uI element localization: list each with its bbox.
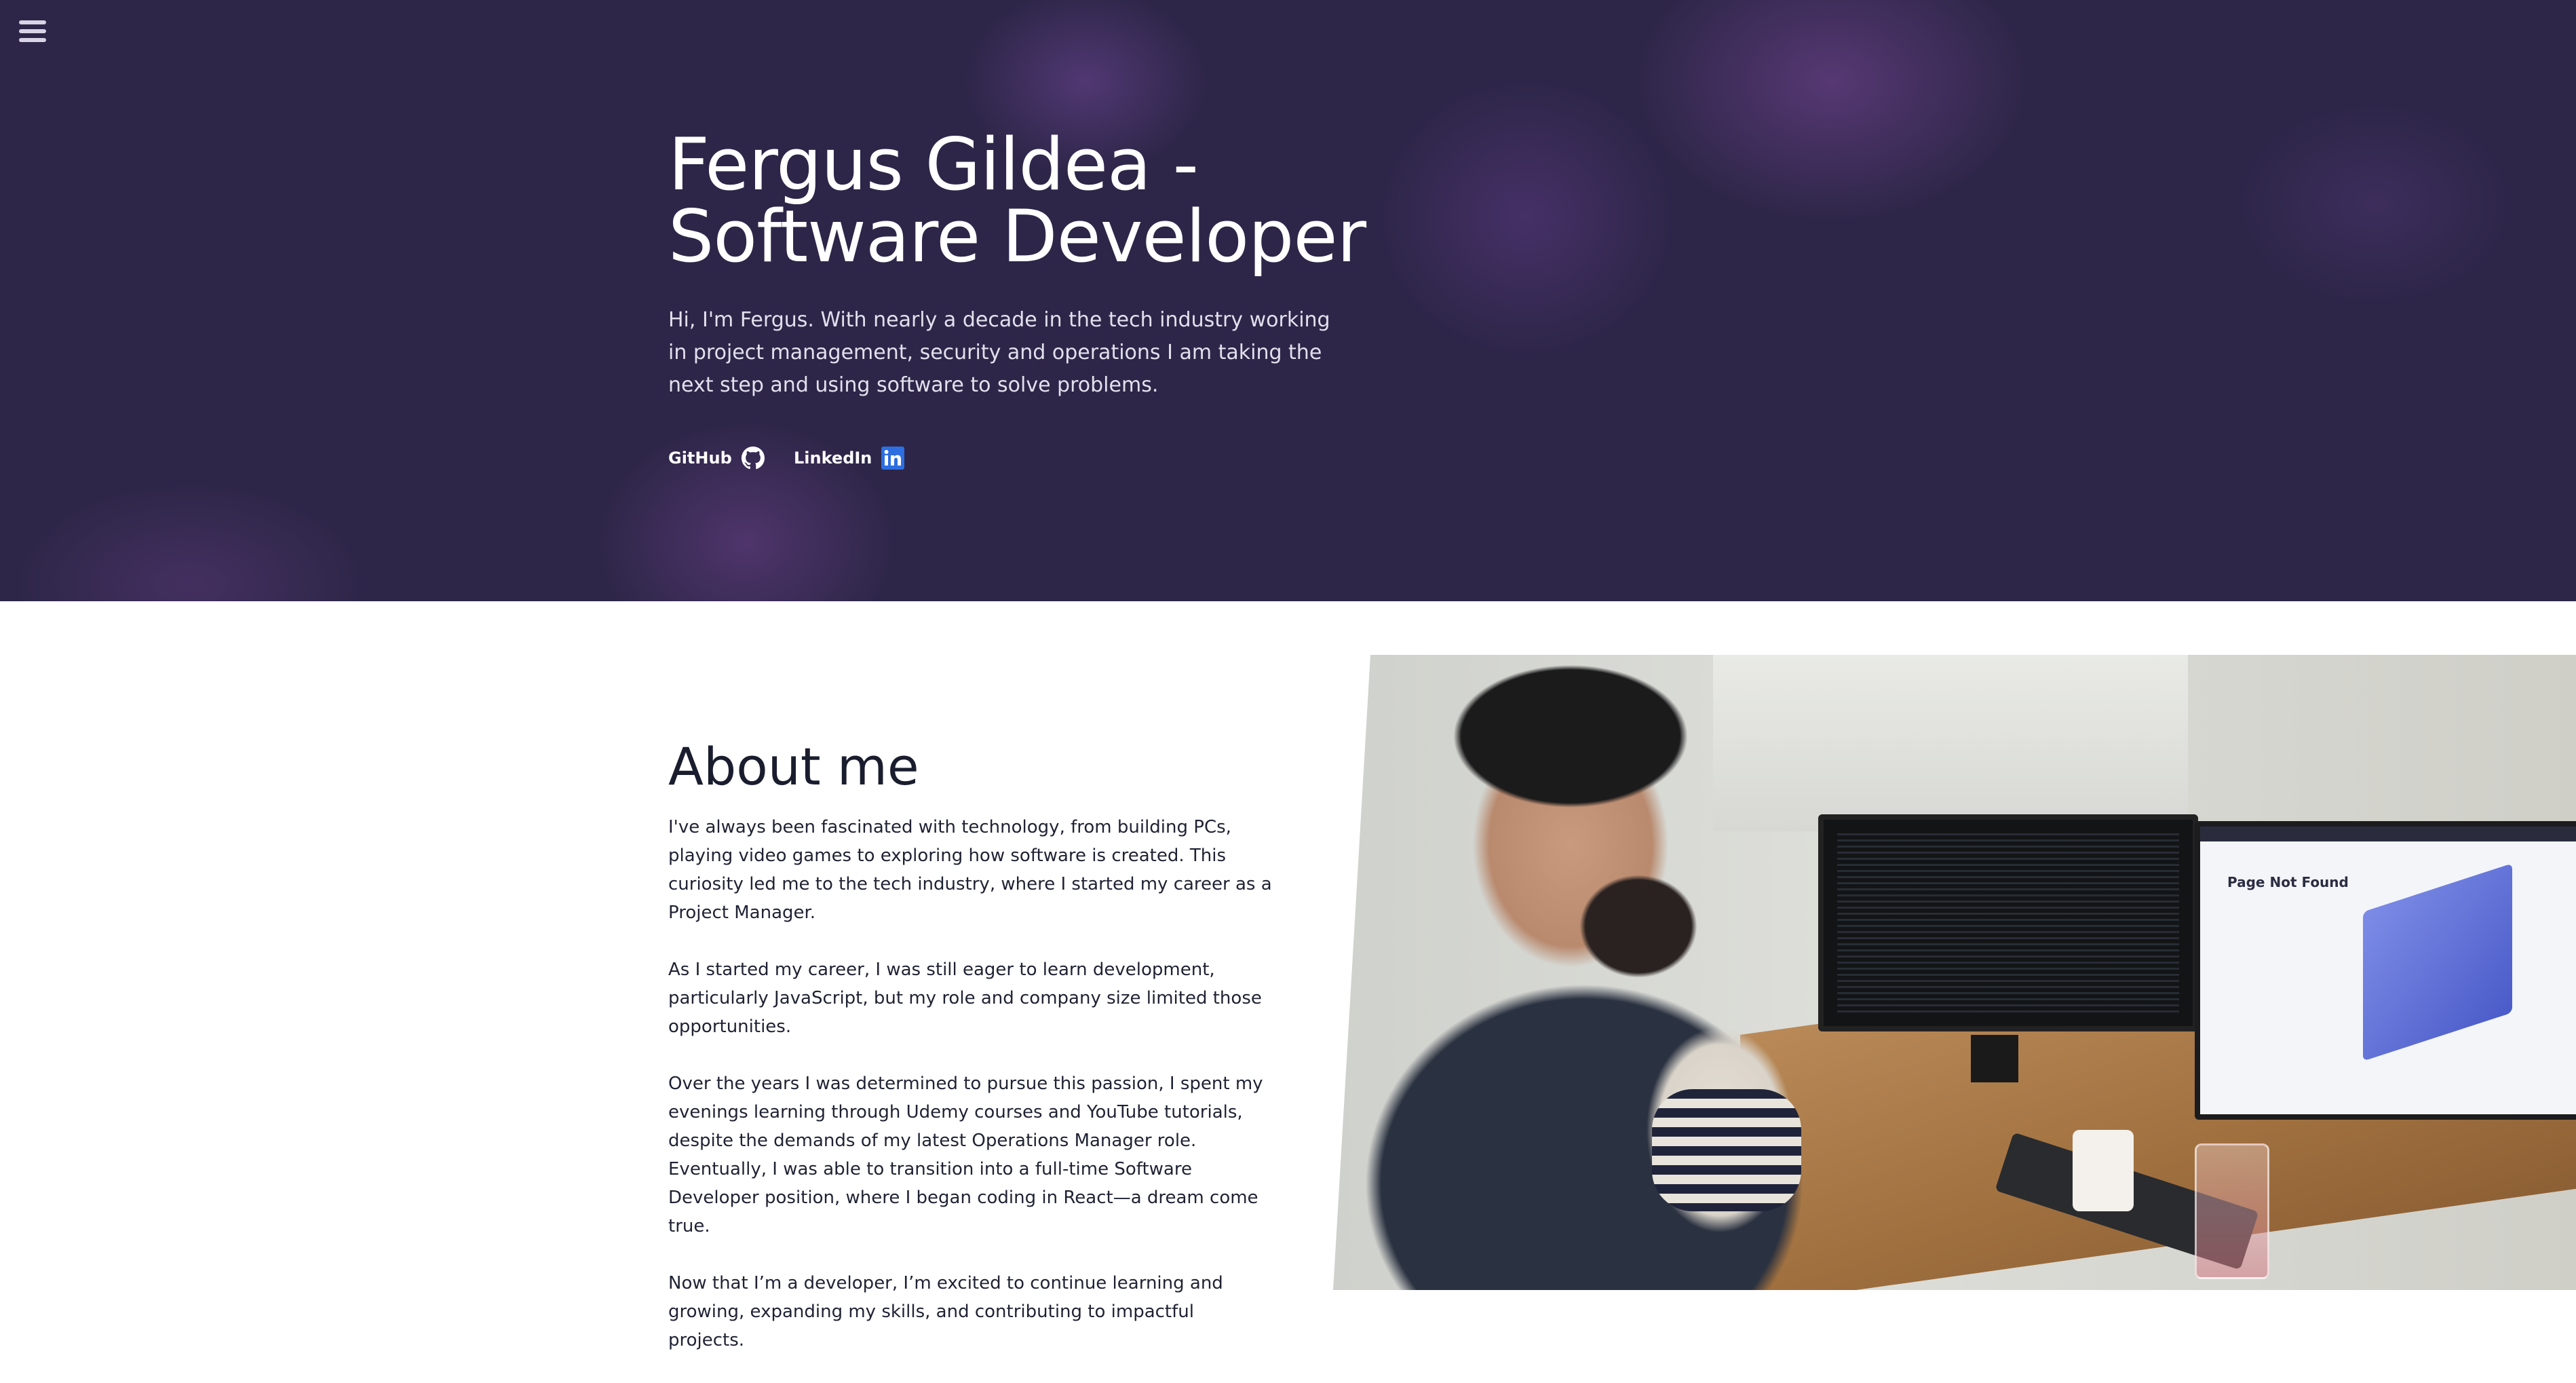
photo-person-hair [1415, 655, 1727, 831]
linkedin-link-label: LinkedIn [794, 449, 872, 468]
about-paragraph: Now that I’m a developer, I’m excited to… [668, 1273, 1223, 1350]
photo-monitor-browser: Page Not Found [2195, 821, 2576, 1120]
photo-person-beard [1557, 858, 1720, 1001]
photo-screen-text: Page Not Found [2227, 874, 2349, 890]
hamburger-menu-icon[interactable] [19, 20, 46, 48]
github-link-label: GitHub [668, 449, 732, 468]
github-icon [741, 447, 765, 470]
linkedin-link[interactable]: LinkedIn [794, 442, 905, 474]
photo-baby-sweater [1652, 1089, 1801, 1211]
photo-monitor-stand [1971, 1035, 2018, 1082]
hero-intro: Hi, I'm Fergus. With nearly a decade in … [668, 308, 1330, 397]
linkedin-icon [881, 447, 905, 470]
about-body: I've always been fascinated with technol… [668, 813, 1272, 1383]
photo-mug [2073, 1130, 2134, 1211]
about-paragraph: I've always been fascinated with technol… [668, 817, 1272, 923]
photo-screen-illustration [2363, 863, 2512, 1061]
about-paragraph: As I started my career, I was still eage… [668, 960, 1262, 1037]
github-link[interactable]: GitHub [668, 442, 765, 474]
title-line-2: Software Developer [668, 195, 1366, 278]
photo-glass [2195, 1143, 2269, 1279]
photo-browser-bar [2200, 827, 2576, 841]
photo-wall [1713, 655, 2188, 831]
title-line-1: Fergus Gildea - [668, 123, 1199, 206]
about-paragraph: Over the years I was determined to pursu… [668, 1074, 1263, 1236]
profile-photo: Page Not Found [1333, 655, 2576, 1290]
about-title: About me [668, 736, 919, 797]
page-title: Fergus Gildea - Software Developer [668, 129, 1415, 273]
hero-section: Fergus Gildea - Software Developer Hi, I… [0, 0, 2576, 601]
